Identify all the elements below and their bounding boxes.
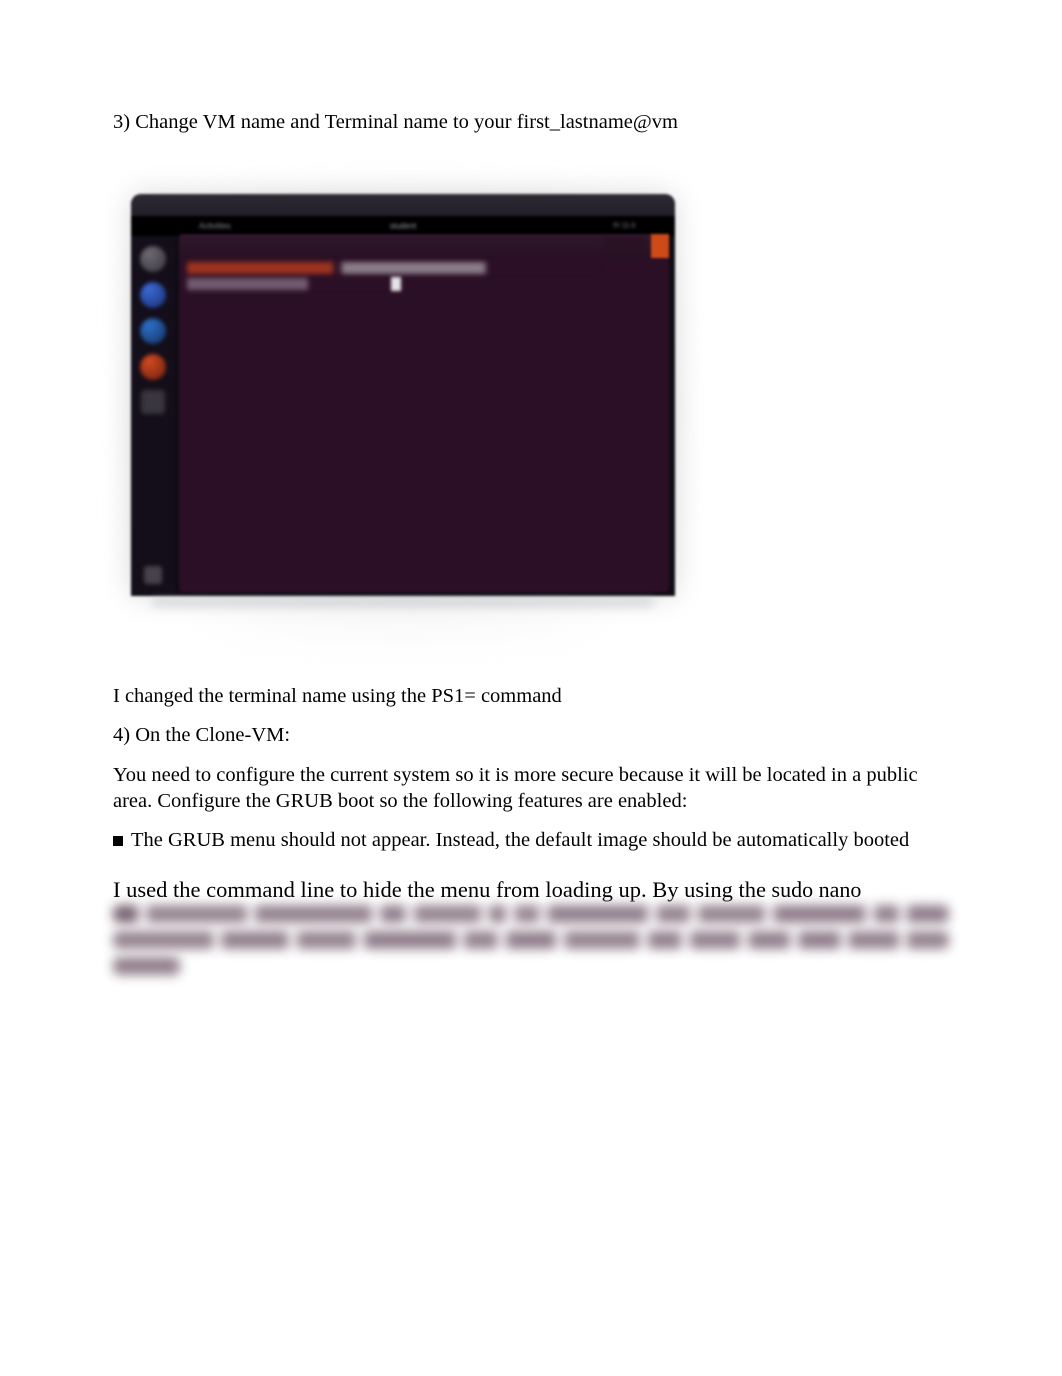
question-4-bullet-row: The GRUB menu should not appear. Instead… [113,828,949,854]
document-page: 3) Change VM name and Terminal name to y… [0,0,1062,1033]
dock-apps-grid-icon [144,566,162,584]
vm-top-bar: Activities student Fr 11:3 [131,216,675,236]
vm-dock [131,236,175,596]
terminal-cursor [391,277,401,291]
question-4-bullet-text: The GRUB menu should not appear. Instead… [131,828,909,854]
answer-4-prefix: I used the command line to hide the menu… [113,877,766,902]
bullet-square-icon [113,836,123,846]
answer-4-command: sudo nano [766,877,861,902]
answer-4-visible-line: I used the command line to hide the menu… [113,874,949,905]
answer-3-text: I changed the terminal name using the PS… [113,684,949,710]
vm-desktop: Activities student Fr 11:3 [131,194,675,596]
top-bar-center: student [390,221,416,230]
terminal-window [179,234,669,592]
terminal-window-controls [605,238,645,252]
blurred-text-line [113,931,949,949]
terminal-output-line-2 [187,278,387,290]
top-bar-clock: Fr 11:3 [613,222,635,229]
blurred-text-line [113,905,949,923]
dock-app-icon-3 [140,354,166,380]
activities-label: Activities [199,221,231,230]
vm-window-titlebar [131,194,675,216]
dock-app-icon-4 [141,390,165,414]
question-3-heading: 3) Change VM name and Terminal name to y… [113,110,949,136]
dock-app-icon [140,282,166,308]
dock-files-icon [140,246,166,272]
terminal-output-line-1 [187,262,599,274]
blurred-text-line [113,957,180,975]
question-4-heading: 4) On the Clone-VM: [113,723,949,749]
vm-screenshot: Activities student Fr 11:3 [123,184,683,644]
question-4-body: You need to configure the current system… [113,763,949,814]
screenshot-bottom-glow [153,598,653,608]
terminal-close-icon [651,234,669,258]
answer-4-hidden-block [113,905,949,975]
dock-app-icon-2 [140,318,166,344]
terminal-titlebar [179,234,669,258]
